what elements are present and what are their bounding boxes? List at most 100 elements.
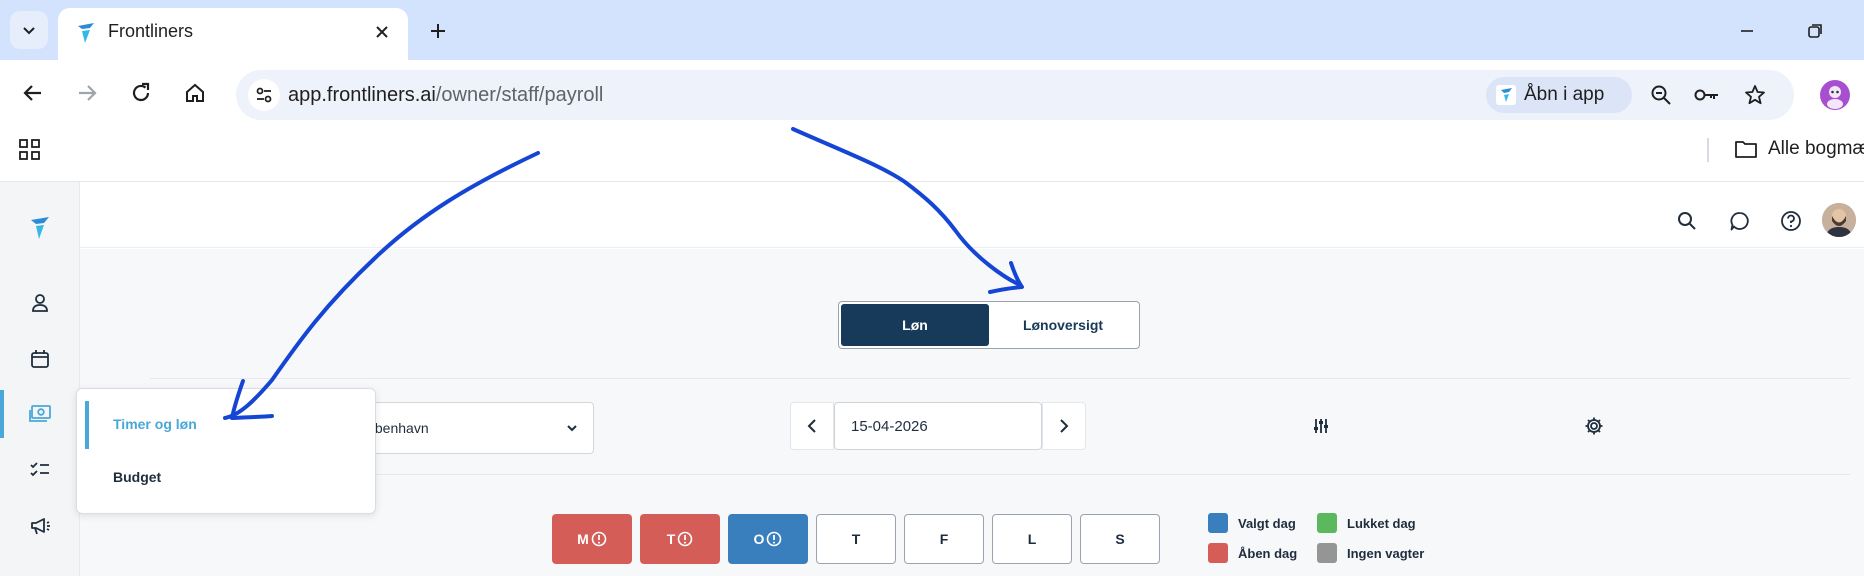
legend-item: Åben dag [1208,543,1297,563]
reload-button[interactable] [126,78,156,108]
tab-search-button[interactable] [10,11,48,49]
legend-swatch [1208,513,1228,533]
checklist-icon [30,462,49,477]
user-avatar[interactable] [1822,203,1856,237]
site-info-button[interactable] [248,79,280,111]
plus-icon [431,24,445,38]
sidebar-item-checklist[interactable] [26,456,54,484]
day-button[interactable]: M [552,514,632,564]
legend-swatch [1208,543,1228,563]
tab-payroll[interactable]: Løn [841,304,989,346]
day-button-label: M [577,531,589,547]
tab-payroll-overview[interactable]: Lønoversigt [989,304,1137,346]
help-button[interactable] [1778,208,1804,234]
app-header [80,182,1864,248]
search-button[interactable] [1674,208,1700,234]
submenu-item-budget[interactable]: Budget [113,469,161,485]
frontliners-logo-icon[interactable] [26,214,54,242]
legend-label: Valgt dag [1238,515,1296,531]
all-bookmarks-folder[interactable]: Alle bogmærker [1734,138,1864,160]
chat-bubble-icon [1730,212,1749,231]
day-button[interactable]: T [640,514,720,564]
day-button[interactable]: F [904,514,984,564]
address-bar[interactable]: app.frontliners.ai/owner/staff/payroll Å… [236,70,1794,120]
megaphone-icon [31,518,50,535]
home-icon [186,83,204,102]
legend-label: Ingen vagter [1347,545,1425,561]
arrow-left-icon [23,85,41,101]
tune-icon [256,87,272,103]
chat-button[interactable] [1727,208,1753,234]
url-text[interactable]: app.frontliners.ai/owner/staff/payroll [288,83,603,107]
sidebar-item-calendar[interactable] [26,345,54,373]
sidebar-item-payroll[interactable] [26,400,54,428]
minimize-button[interactable] [1732,16,1762,46]
folder-icon [1735,141,1757,158]
money-icon [29,405,51,422]
frontliners-logo-icon [76,22,96,44]
chevron-right-icon [1060,419,1069,433]
help-icon [1781,211,1801,231]
frontliners-app-icon [1496,85,1516,105]
alert-circle-icon [766,531,782,547]
day-button[interactable]: L [992,514,1072,564]
submenu-active-indicator [85,401,89,449]
search-icon [1678,212,1696,230]
close-icon [376,26,388,38]
alert-circle-icon [591,531,607,547]
legend-item: Ingen vagter [1317,543,1424,563]
minimize-icon [1741,30,1753,32]
profile-avatar[interactable] [1820,80,1850,110]
sidebar-item-announcements[interactable] [26,512,54,540]
legend-label: Åben dag [1238,545,1298,561]
settings-button[interactable] [1582,414,1606,438]
profile-icon [1827,86,1843,109]
date-input[interactable]: 15-04-2026 [834,402,1042,450]
restore-button[interactable] [1800,16,1830,46]
sliders-icon [1314,419,1328,433]
chevron-down-icon [23,27,35,35]
day-button-label: F [939,531,949,547]
day-button-label: T [851,531,861,547]
avatar-photo [1822,203,1856,237]
sidebar-active-indicator [0,390,4,438]
gear-icon [1585,417,1603,435]
browser-tab[interactable]: Frontliners [58,8,408,60]
tab-close-button[interactable] [370,20,394,44]
day-button[interactable]: S [1080,514,1160,564]
day-button-label: L [1027,531,1037,547]
payroll-submenu: Timer og løn Budget [76,388,376,514]
star-icon [1745,85,1765,105]
password-key-button[interactable] [1694,82,1720,108]
forward-button[interactable] [72,78,102,108]
legend-swatch [1317,513,1337,533]
bookmark-star-button[interactable] [1742,82,1768,108]
reload-icon [132,82,150,102]
calendar-icon [31,350,49,368]
chevron-down-icon [565,421,579,435]
previous-date-button[interactable] [790,402,834,450]
home-button[interactable] [180,78,210,108]
divider [150,474,1850,475]
open-in-app-button[interactable]: Åbn i app [1486,77,1632,113]
key-icon [1694,89,1718,101]
day-button[interactable]: O [728,514,808,564]
back-button[interactable] [18,78,48,108]
filter-settings-button[interactable] [1309,414,1333,438]
open-in-app-label: Åbn i app [1524,84,1605,105]
all-bookmarks-label: Alle bogmærker [1768,138,1864,159]
day-button[interactable]: T [816,514,896,564]
zoom-out-button[interactable] [1648,82,1674,108]
submenu-item-hours-and-pay[interactable]: Timer og løn [113,416,197,432]
divider [150,378,1850,379]
location-select[interactable]: København [357,402,594,454]
new-tab-button[interactable] [424,17,452,45]
next-date-button[interactable] [1042,402,1086,450]
sidebar-item-staff[interactable] [26,289,54,317]
url-domain: app.frontliners.ai [288,84,436,106]
apps-grid-icon[interactable] [18,138,42,162]
bookmarks-separator [1707,138,1709,162]
zoom-out-icon [1651,85,1671,105]
user-icon [32,294,48,312]
payroll-view-toggle: Løn Lønoversigt [838,301,1140,349]
